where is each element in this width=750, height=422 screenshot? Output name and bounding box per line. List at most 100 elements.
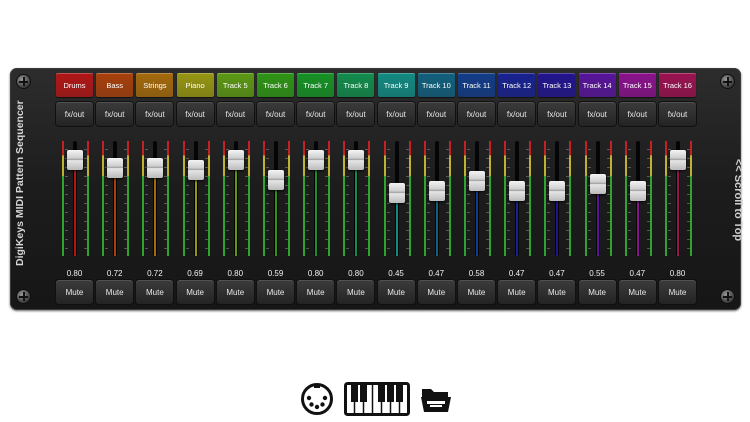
fader-knob[interactable] (428, 181, 445, 202)
folder-icon[interactable] (420, 384, 452, 414)
fader-fill (596, 193, 599, 256)
fader-knob[interactable] (268, 169, 284, 190)
fx-out-button[interactable]: fx/out (176, 102, 214, 126)
fader-knob[interactable] (469, 170, 485, 191)
track-name-button[interactable]: Track 16 (659, 73, 696, 97)
volume-value: 0.47 (549, 269, 565, 278)
track-name-button[interactable]: Track 9 (377, 73, 415, 97)
mute-button[interactable]: Mute (216, 280, 254, 304)
mute-button[interactable]: Mute (136, 280, 174, 304)
channel-strip: Track 16 fx/out 0.80 Mute (659, 68, 697, 310)
track-name-button[interactable]: Bass (96, 73, 134, 97)
fx-out-button[interactable]: fx/out (458, 102, 495, 126)
channel-strip: Track 7 fx/out 0.80 Mute (297, 68, 335, 310)
mute-button[interactable]: Mute (56, 280, 93, 304)
track-name-button[interactable]: Track 5 (216, 73, 254, 97)
channel-strip: Track 15 fx/out 0.47 Mute (618, 68, 657, 310)
mute-button[interactable]: Mute (618, 280, 656, 304)
mute-button[interactable]: Mute (176, 280, 214, 304)
fader-knob[interactable] (589, 173, 606, 194)
fader-knob[interactable] (670, 150, 686, 170)
fx-out-button[interactable]: fx/out (257, 102, 294, 126)
track-name-button[interactable]: Track 8 (337, 73, 375, 97)
fader-knob[interactable] (308, 150, 325, 170)
fx-out-button[interactable]: fx/out (659, 102, 696, 126)
mute-button[interactable]: Mute (377, 280, 415, 304)
level-meter-right (649, 141, 652, 256)
fader-fill (154, 177, 157, 256)
fx-out-button[interactable]: fx/out (136, 102, 174, 126)
level-meter-right (328, 141, 331, 256)
track-name-button[interactable]: Track 12 (498, 73, 536, 97)
fx-out-button[interactable]: fx/out (96, 102, 134, 126)
volume-value: 0.45 (388, 269, 404, 278)
fader-knob[interactable] (107, 157, 124, 178)
fx-out-button[interactable]: fx/out (618, 102, 656, 126)
track-name-button[interactable]: Track 14 (578, 73, 616, 97)
level-meter-right (368, 141, 371, 256)
level-meter-left (624, 141, 627, 256)
level-meter-left (102, 141, 105, 256)
scroll-to-top-button[interactable]: << Scroll to Top (732, 140, 744, 260)
fader-knob[interactable] (227, 150, 244, 170)
fx-out-button[interactable]: fx/out (216, 102, 254, 126)
volume-value: 0.80 (66, 269, 83, 278)
fader-knob[interactable] (388, 183, 405, 204)
level-meter-right (288, 141, 290, 256)
fader-knob[interactable] (67, 150, 83, 170)
track-name-button[interactable]: Track 6 (257, 73, 294, 97)
fx-out-button[interactable]: fx/out (56, 102, 93, 126)
fader-knob[interactable] (348, 150, 365, 170)
volume-value: 0.55 (589, 269, 605, 278)
mute-button[interactable]: Mute (417, 280, 455, 304)
fader-knob[interactable] (509, 181, 526, 202)
track-name-button[interactable]: Track 10 (417, 73, 455, 97)
channel-strip: Track 6 fx/out 0.59 Mute (257, 68, 295, 310)
fx-out-button[interactable]: fx/out (297, 102, 335, 126)
channel-strip: Track 10 fx/out 0.47 Mute (417, 68, 456, 310)
midi-connector-icon[interactable] (300, 382, 334, 416)
track-name-button[interactable]: Track 11 (458, 73, 495, 97)
channel-strip: Piano fx/out 0.69 Mute (176, 68, 215, 310)
track-name-button[interactable]: Track 15 (618, 73, 656, 97)
mute-button[interactable]: Mute (538, 280, 576, 304)
track-name-button[interactable]: Track 7 (297, 73, 335, 97)
volume-value: 0.47 (629, 269, 646, 278)
mute-button[interactable]: Mute (458, 280, 495, 304)
fx-out-button[interactable]: fx/out (538, 102, 576, 126)
level-meter-right (127, 141, 130, 256)
mute-button[interactable]: Mute (257, 280, 294, 304)
fader-knob[interactable] (629, 181, 646, 202)
screw-icon (17, 290, 30, 303)
mute-button[interactable]: Mute (578, 280, 616, 304)
fx-out-button[interactable]: fx/out (417, 102, 455, 126)
fx-out-button[interactable]: fx/out (337, 102, 375, 126)
track-name-button[interactable]: Piano (176, 73, 214, 97)
fader-knob[interactable] (549, 181, 566, 202)
mute-button[interactable]: Mute (659, 280, 696, 304)
level-meter-left (423, 141, 426, 256)
mute-button[interactable]: Mute (96, 280, 134, 304)
channel-strip: Track 5 fx/out 0.80 Mute (216, 68, 255, 310)
fx-out-button[interactable]: fx/out (578, 102, 616, 126)
track-name-button[interactable]: Track 13 (538, 73, 576, 97)
fx-out-button[interactable]: fx/out (498, 102, 536, 126)
volume-value: 0.72 (106, 269, 123, 278)
piano-keyboard-icon[interactable] (344, 382, 410, 416)
fader-fill (556, 201, 559, 256)
mute-button[interactable]: Mute (337, 280, 375, 304)
channel-strip: Track 11 fx/out 0.58 Mute (458, 68, 496, 310)
level-meter-right (87, 141, 89, 256)
level-meter-right (207, 141, 210, 256)
fx-out-button[interactable]: fx/out (377, 102, 415, 126)
track-name-button[interactable]: Strings (136, 73, 174, 97)
fader-fill (234, 170, 237, 256)
channel-strip: Track 13 fx/out 0.47 Mute (538, 68, 576, 310)
fader-knob[interactable] (147, 157, 164, 178)
mute-button[interactable]: Mute (297, 280, 335, 304)
channel-strip: Track 8 fx/out 0.80 Mute (337, 68, 375, 310)
fader-fill (194, 180, 197, 256)
mute-button[interactable]: Mute (498, 280, 536, 304)
track-name-button[interactable]: Drums (56, 73, 93, 97)
fader-knob[interactable] (187, 160, 204, 181)
